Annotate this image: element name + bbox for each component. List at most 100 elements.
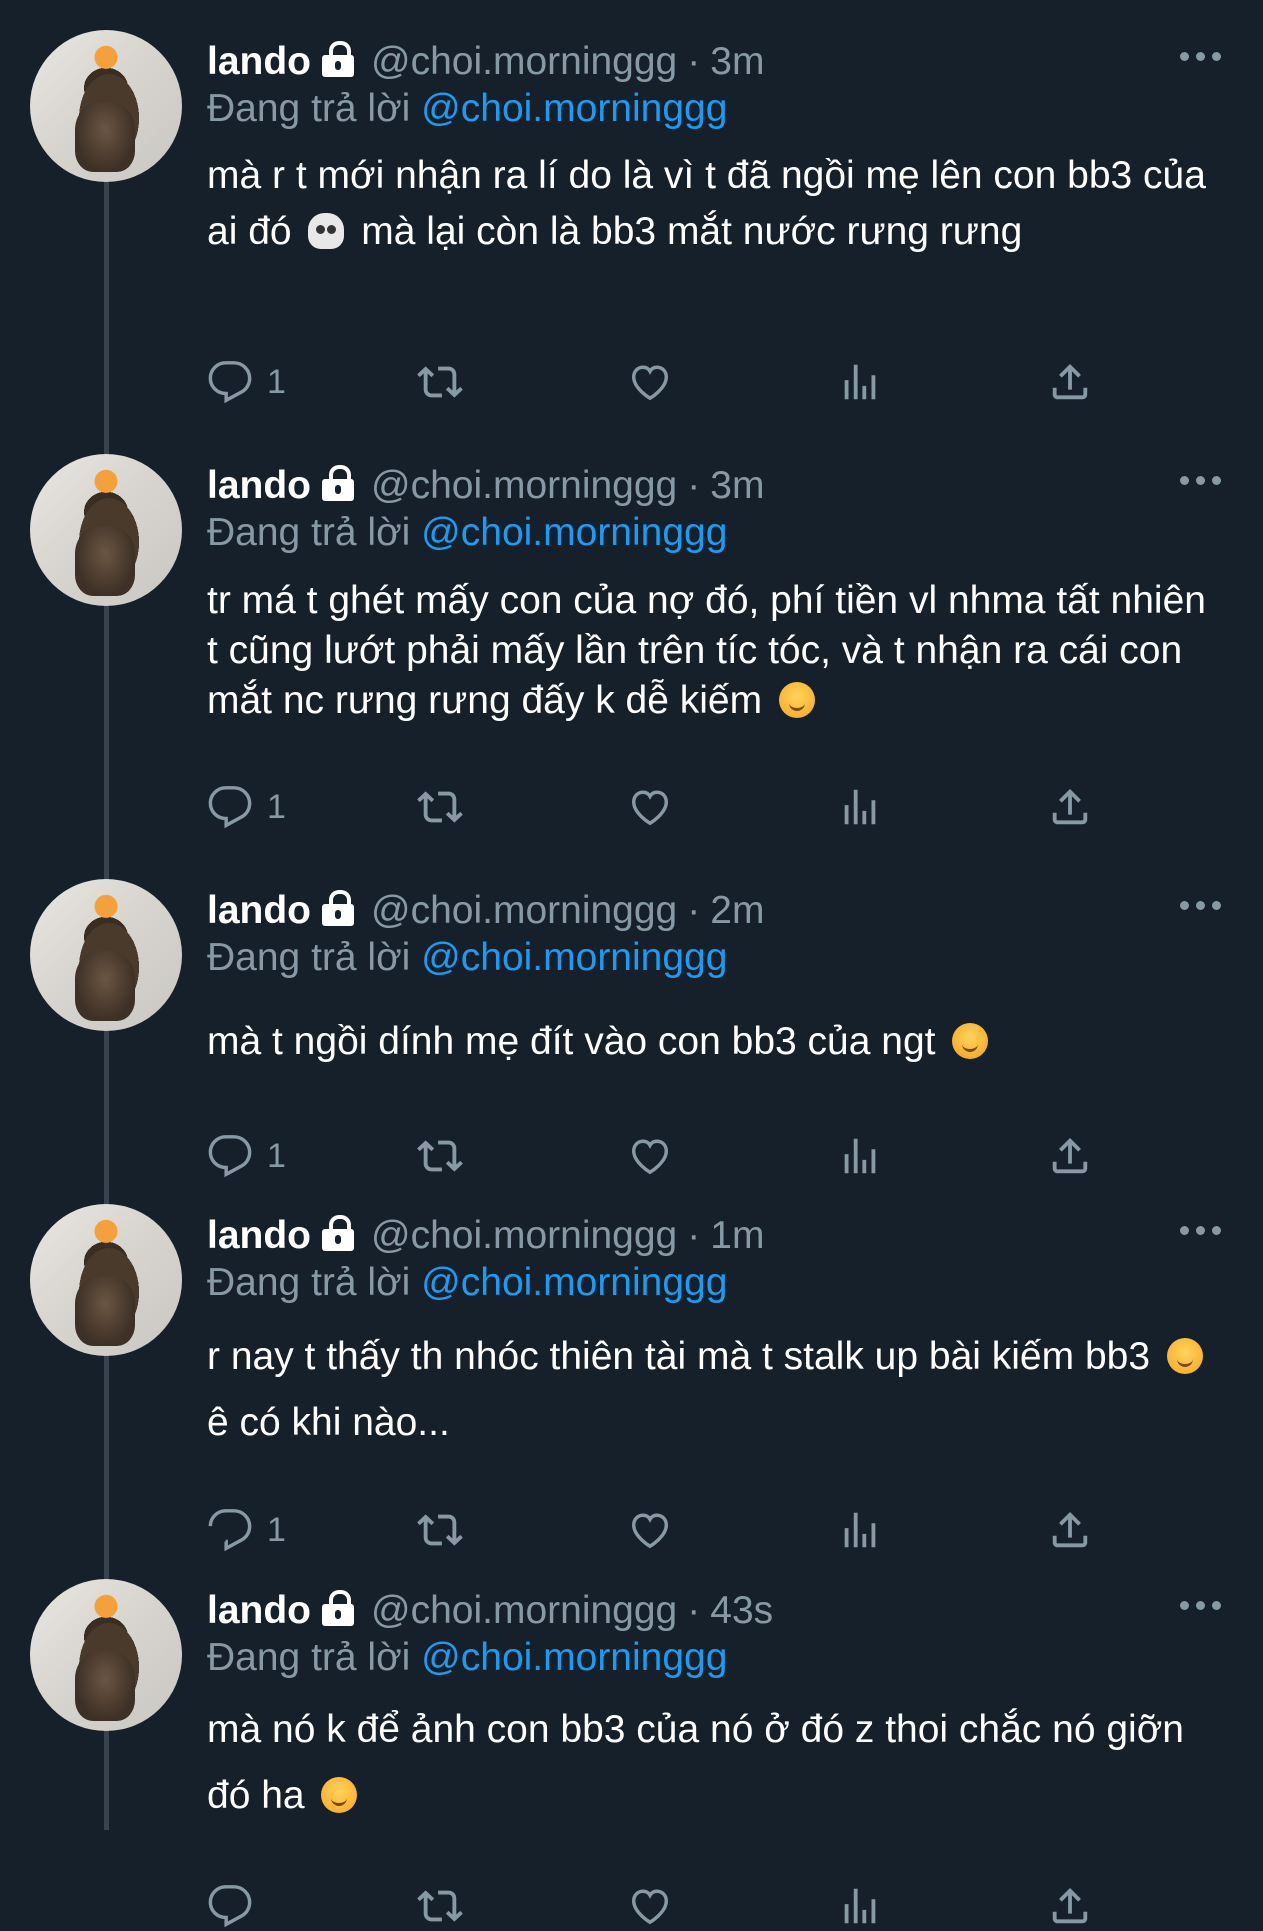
avatar[interactable] [30, 879, 182, 1031]
heart-icon [631, 1513, 669, 1549]
mention-link[interactable]: @choi.morninggg [421, 1261, 727, 1304]
user-handle[interactable]: @choi.morninggg [371, 889, 677, 933]
replying-prefix: Đang trả lời [207, 1636, 411, 1679]
display-name[interactable]: lando [207, 889, 311, 933]
retweet-button[interactable] [417, 1505, 463, 1555]
share-button[interactable] [1047, 1881, 1093, 1931]
action-bar [207, 1881, 1107, 1931]
like-button[interactable] [627, 782, 673, 832]
avatar[interactable] [30, 1579, 182, 1731]
timestamp[interactable]: 3m [710, 40, 764, 84]
retweet-icon [417, 366, 463, 398]
reply-count: 1 [267, 1510, 286, 1549]
share-button[interactable] [1047, 1131, 1093, 1181]
like-button[interactable] [627, 1505, 673, 1555]
reply-button[interactable]: 1 [207, 357, 286, 407]
like-button[interactable] [627, 1881, 673, 1931]
reply-button[interactable] [207, 1881, 267, 1931]
replying-to: Đang trả lời @choi.morninggg [207, 1261, 727, 1305]
views-button[interactable] [837, 357, 883, 407]
heart-icon [631, 790, 669, 826]
replying-to: Đang trả lời @choi.morninggg [207, 1636, 727, 1680]
display-name[interactable]: lando [207, 1214, 311, 1258]
more-icon[interactable] [1180, 52, 1222, 62]
user-handle[interactable]: @choi.morninggg [371, 40, 677, 84]
action-bar: 1 [207, 1131, 1107, 1181]
tweet-text: mà nó k để ảnh con bb3 của nó ở đó z tho… [207, 1697, 1217, 1829]
views-button[interactable] [837, 1881, 883, 1931]
reply-icon [208, 1885, 252, 1928]
views-icon [844, 789, 876, 825]
mention-link[interactable]: @choi.morninggg [421, 511, 727, 554]
reply-button[interactable]: 1 [207, 1505, 286, 1555]
views-icon [844, 1512, 876, 1548]
heart-icon [631, 1139, 669, 1175]
share-button[interactable] [1047, 782, 1093, 832]
lock-icon [321, 1590, 355, 1626]
views-icon [844, 1138, 876, 1174]
tweet-text-part: tr má t ghét mấy con của nợ đó, phí tiền… [207, 579, 1206, 722]
reply-count: 1 [267, 1136, 286, 1175]
user-handle[interactable]: @choi.morninggg [371, 464, 677, 508]
more-icon[interactable] [1180, 1226, 1222, 1236]
avatar[interactable] [30, 454, 182, 606]
mention-link[interactable]: @choi.morninggg [421, 936, 727, 979]
views-button[interactable] [837, 1131, 883, 1181]
avatar[interactable] [30, 30, 182, 182]
timestamp[interactable]: 2m [710, 889, 764, 933]
heart-icon [631, 1889, 669, 1925]
retweet-button[interactable] [417, 782, 463, 832]
more-icon[interactable] [1180, 1601, 1222, 1611]
replying-to: Đang trả lời @choi.morninggg [207, 87, 727, 131]
display-name[interactable]: lando [207, 1589, 311, 1633]
reply-icon [208, 786, 252, 829]
action-bar: 1 [207, 1505, 1107, 1555]
replying-to: Đang trả lời @choi.morninggg [207, 936, 727, 980]
share-button[interactable] [1047, 1505, 1093, 1555]
timestamp[interactable]: 3m [710, 464, 764, 508]
more-icon[interactable] [1180, 476, 1222, 486]
user-handle[interactable]: @choi.morninggg [371, 1214, 677, 1258]
reply-button[interactable]: 1 [207, 1131, 286, 1181]
share-icon [1052, 788, 1088, 825]
timestamp[interactable]: 43s [710, 1589, 773, 1633]
hugging-face-emoji-icon [952, 1023, 989, 1059]
views-button[interactable] [837, 782, 883, 832]
mention-link[interactable]: @choi.morninggg [421, 1636, 727, 1679]
replying-prefix: Đang trả lời [207, 87, 411, 130]
separator-dot: · [687, 464, 701, 507]
pensive-face-emoji-icon [321, 1777, 358, 1813]
avatar[interactable] [30, 1204, 182, 1356]
tweet-text: r nay t thấy th nhóc thiên tài mà t stal… [207, 1324, 1217, 1456]
tweet-text-part: ê có khi nào... [207, 1401, 450, 1444]
views-icon [844, 364, 876, 400]
retweet-button[interactable] [417, 357, 463, 407]
user-handle[interactable]: @choi.morninggg [371, 1589, 677, 1633]
separator-dot: · [687, 1589, 701, 1632]
reply-count: 1 [267, 787, 286, 826]
reply-icon [208, 361, 252, 404]
tweet-text-part: mà t ngồi dính mẹ đít vào con bb3 của ng… [207, 1020, 936, 1063]
reply-button[interactable]: 1 [207, 782, 286, 832]
skull-emoji-icon [308, 213, 345, 249]
views-button[interactable] [837, 1505, 883, 1555]
retweet-button[interactable] [417, 1131, 463, 1181]
share-icon [1052, 1511, 1088, 1548]
lock-icon [321, 465, 355, 501]
more-icon[interactable] [1180, 901, 1222, 911]
retweet-button[interactable] [417, 1881, 463, 1931]
separator-dot: · [687, 1214, 701, 1257]
reply-count: 1 [267, 362, 286, 401]
like-button[interactable] [627, 1131, 673, 1181]
lock-icon [321, 890, 355, 926]
action-bar: 1 [207, 357, 1107, 407]
share-icon [1052, 1887, 1088, 1924]
like-button[interactable] [627, 357, 673, 407]
display-name[interactable]: lando [207, 40, 311, 84]
retweet-icon [417, 1140, 463, 1172]
replying-prefix: Đang trả lời [207, 1261, 411, 1304]
timestamp[interactable]: 1m [710, 1214, 764, 1258]
display-name[interactable]: lando [207, 464, 311, 508]
share-button[interactable] [1047, 357, 1093, 407]
mention-link[interactable]: @choi.morninggg [421, 87, 727, 130]
